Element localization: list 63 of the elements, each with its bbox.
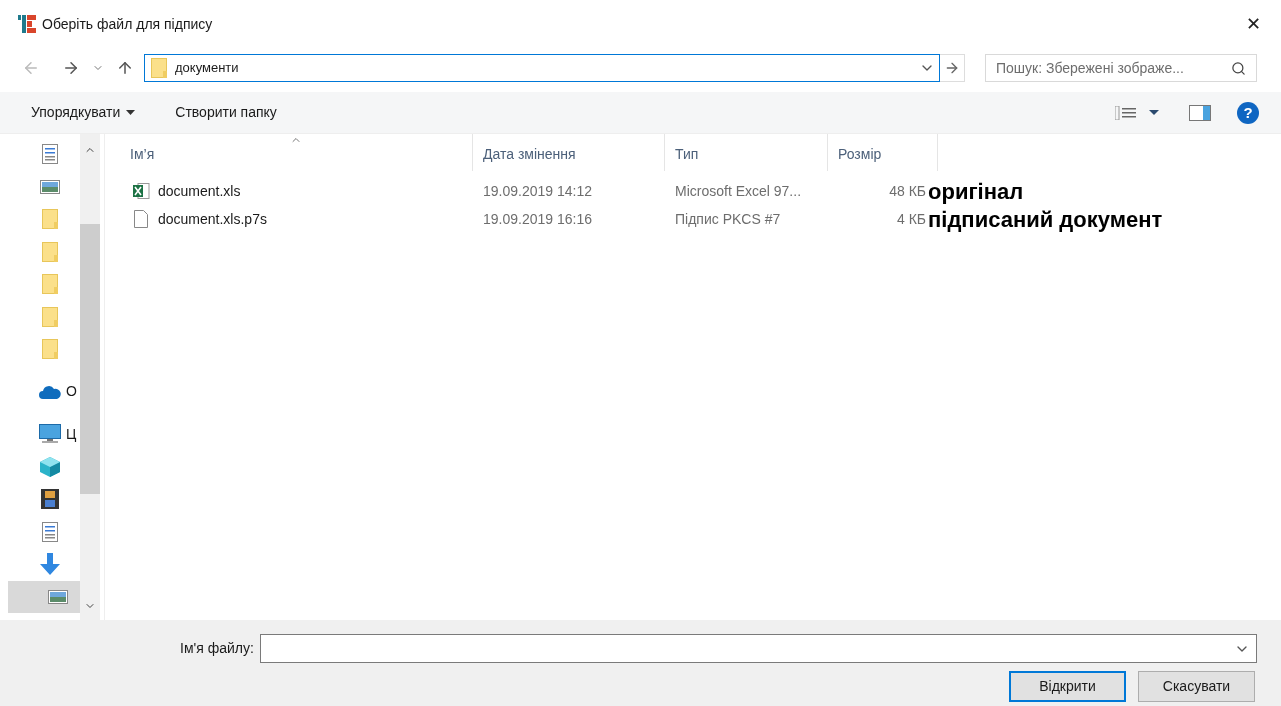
document-icon <box>42 144 58 165</box>
open-button[interactable]: Відкрити <box>1009 671 1126 702</box>
folder-icon <box>42 339 58 360</box>
close-button[interactable]: ✕ <box>1241 12 1265 36</box>
search-field[interactable]: Пошук: Збережені зображе... <box>985 54 1257 82</box>
spreadsheet-file-icon <box>132 182 150 200</box>
column-header[interactable]: Розмір <box>828 134 938 171</box>
column-header[interactable]: Тип <box>665 134 828 171</box>
picture-icon <box>40 179 60 194</box>
new-folder-button[interactable]: Створити папку <box>175 102 277 123</box>
file-type: Microsoft Excel 97... <box>674 181 803 201</box>
filename-label: Ім'я файлу: <box>180 639 254 658</box>
file-type: Підпис PKCS #7 <box>674 209 782 229</box>
filename-field[interactable] <box>259 634 1257 663</box>
modified-date: 19.09.2019 16:16 <box>482 209 593 229</box>
organize-button[interactable]: Упорядкувати <box>31 102 136 123</box>
folder-icon <box>42 209 58 230</box>
cube-icon <box>39 455 61 478</box>
help-icon[interactable]: ? <box>1237 101 1259 124</box>
address-path: документи <box>175 59 239 78</box>
column-header-label: Дата змінення <box>483 145 576 164</box>
cloud-icon <box>39 384 61 399</box>
annotation-text: оригінал <box>928 177 1024 206</box>
sidebar-label: О <box>66 382 77 402</box>
sidebar-item[interactable]: Ц <box>0 418 80 451</box>
document-icon <box>42 521 58 542</box>
go-button[interactable] <box>940 54 965 82</box>
window-title: Оберіть файл для підпису <box>42 14 213 34</box>
computer-icon <box>39 424 61 445</box>
picture-icon <box>48 589 68 604</box>
modified-date: 19.09.2019 14:12 <box>482 181 593 201</box>
up-icon[interactable] <box>116 59 134 77</box>
cancel-button[interactable]: Скасувати <box>1138 671 1255 702</box>
caret-icon <box>126 110 136 115</box>
address-field[interactable]: документи <box>144 54 940 82</box>
file-name[interactable]: document.xls.p7s <box>158 208 267 230</box>
search-input[interactable]: Пошук: Збережені зображе... <box>996 57 1231 79</box>
preview-pane-icon[interactable] <box>1189 104 1211 121</box>
film-icon <box>41 489 59 510</box>
scrollbar-thumb[interactable] <box>80 224 100 494</box>
file-size: 4 КБ <box>895 209 926 229</box>
column-header-label: Тип <box>675 145 699 164</box>
annotation-text: підписаний документ <box>928 205 1163 234</box>
column-header[interactable]: Дата змінення <box>473 134 665 171</box>
column-header-label: Розмір <box>838 145 882 164</box>
folder-icon <box>42 306 58 327</box>
sidebar-item[interactable]: О <box>0 375 80 408</box>
folder-icon <box>42 241 58 262</box>
folder-icon <box>42 274 58 295</box>
file-name[interactable]: document.xls <box>158 180 241 202</box>
file-size: 48 КБ <box>888 181 926 201</box>
scrollbar[interactable] <box>80 134 100 620</box>
back-icon[interactable] <box>22 59 40 77</box>
column-header[interactable]: Ім’я <box>120 134 473 171</box>
search-icon <box>1231 60 1246 76</box>
folder-icon <box>151 58 167 78</box>
forward-icon[interactable] <box>62 59 80 77</box>
file-icon <box>134 210 148 228</box>
app-logo-icon <box>18 15 36 33</box>
sidebar-label: Ц <box>66 424 77 444</box>
download-arrow-icon <box>40 553 60 576</box>
view-options-icon[interactable] <box>1115 105 1159 120</box>
column-header-label: Ім’я <box>130 145 155 164</box>
